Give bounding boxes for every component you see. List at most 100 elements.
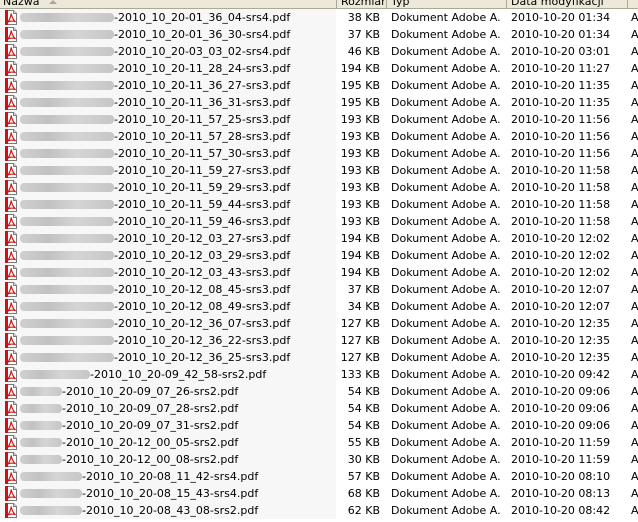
column-header-type[interactable]: Typ: [391, 0, 410, 8]
file-row[interactable]: -2010_10_20-11_59_27-srs3.pdf 193 KB Dokum…: [0, 162, 638, 179]
file-name-cell[interactable]: -2010_10_20-03_03_02-srs4.pdf: [0, 43, 336, 60]
file-row[interactable]: -2010_10_20-12_08_49-srs3.pdf 34 KB Dokume…: [0, 298, 638, 315]
file-row[interactable]: -2010_10_20-09_07_28-srs2.pdf 54 KB Dokume…: [0, 400, 638, 417]
pdf-file-icon: [5, 78, 17, 93]
file-attributes: A: [631, 402, 638, 415]
file-name-cell[interactable]: -2010_10_20-11_36_27-srs3.pdf: [0, 77, 336, 94]
file-row[interactable]: -2010_10_20-12_08_45-srs3.pdf 37 KB Dokume…: [0, 281, 638, 298]
file-name: -2010_10_20-01_36_04-srs4.pdf: [114, 11, 291, 24]
file-row[interactable]: -2010_10_20-12_03_43-srs3.pdf 194 KB Dokum…: [0, 264, 638, 281]
file-size: 46 KB: [347, 45, 380, 58]
file-modified-date: 2010-10-20 08:42: [511, 504, 611, 517]
file-type: Dokument Adobe A...: [391, 147, 501, 160]
file-name-cell[interactable]: -2010_10_20-12_00_05-srs2.pdf: [0, 434, 336, 451]
file-row[interactable]: -2010_10_20-08_43_08-srs2.pdf 62 KB Dokume…: [0, 502, 638, 519]
file-row[interactable]: -2010_10_20-12_00_05-srs2.pdf 55 KB Dokume…: [0, 434, 638, 451]
file-name-cell[interactable]: -2010_10_20-01_36_04-srs4.pdf: [0, 9, 336, 26]
file-name-cell[interactable]: -2010_10_20-01_36_30-srs4.pdf: [0, 26, 336, 43]
file-name-cell[interactable]: -2010_10_20-11_59_27-srs3.pdf: [0, 162, 336, 179]
file-size: 193 KB: [340, 181, 380, 194]
file-size: 54 KB: [347, 402, 380, 415]
file-name-cell[interactable]: -2010_10_20-09_42_58-srs2.pdf: [0, 366, 336, 383]
column-divider[interactable]: [506, 0, 507, 8]
file-type: Dokument Adobe A...: [391, 96, 501, 109]
file-name-cell[interactable]: -2010_10_20-09_07_26-srs2.pdf: [0, 383, 336, 400]
file-name: -2010_10_20-12_08_45-srs3.pdf: [114, 283, 291, 296]
file-name-cell[interactable]: -2010_10_20-11_59_29-srs3.pdf: [0, 179, 336, 196]
file-row[interactable]: -2010_10_20-12_00_08-srs2.pdf 30 KB Dokume…: [0, 451, 638, 468]
file-type: Dokument Adobe A...: [391, 317, 501, 330]
file-name-cell[interactable]: -2010_10_20-12_36_22-srs3.pdf: [0, 332, 336, 349]
file-name-cell[interactable]: -2010_10_20-11_36_31-srs3.pdf: [0, 94, 336, 111]
column-header-name[interactable]: Nazwa: [3, 0, 58, 8]
column-header-date[interactable]: Data modyfikacji: [511, 0, 604, 8]
file-name-cell[interactable]: -2010_10_20-11_59_46-srs3.pdf: [0, 213, 336, 230]
file-name-cell[interactable]: -2010_10_20-08_43_08-srs2.pdf: [0, 502, 336, 519]
pdf-file-icon: [5, 384, 17, 399]
file-name-cell[interactable]: -2010_10_20-11_28_24-srs3.pdf: [0, 60, 336, 77]
file-row[interactable]: -2010_10_20-12_36_25-srs3.pdf 127 KB Dokum…: [0, 349, 638, 366]
file-row[interactable]: -2010_10_20-11_59_29-srs3.pdf 193 KB Dokum…: [0, 179, 638, 196]
column-header-size-label: Rozmiar: [341, 0, 386, 8]
redacted-filename-prefix: [20, 47, 114, 56]
pdf-file-icon: [5, 486, 17, 501]
file-name-cell[interactable]: -2010_10_20-12_08_49-srs3.pdf: [0, 298, 336, 315]
file-row[interactable]: -2010_10_20-01_36_04-srs4.pdf 38 KB Dokume…: [0, 9, 638, 26]
file-row[interactable]: -2010_10_20-11_57_30-srs3.pdf 193 KB Dokum…: [0, 145, 638, 162]
file-row[interactable]: -2010_10_20-11_36_31-srs3.pdf 195 KB Dokum…: [0, 94, 638, 111]
file-row[interactable]: -2010_10_20-11_28_24-srs3.pdf 194 KB Dokum…: [0, 60, 638, 77]
file-name-cell[interactable]: -2010_10_20-12_00_08-srs2.pdf: [0, 451, 336, 468]
file-row[interactable]: -2010_10_20-01_36_30-srs4.pdf 37 KB Dokume…: [0, 26, 638, 43]
file-row[interactable]: -2010_10_20-12_03_29-srs3.pdf 194 KB Dokum…: [0, 247, 638, 264]
file-row[interactable]: -2010_10_20-12_03_27-srs3.pdf 194 KB Dokum…: [0, 230, 638, 247]
file-name: -2010_10_20-11_59_27-srs3.pdf: [114, 164, 291, 177]
file-name-cell[interactable]: -2010_10_20-12_36_25-srs3.pdf: [0, 349, 336, 366]
file-name-cell[interactable]: -2010_10_20-09_07_31-srs2.pdf: [0, 417, 336, 434]
file-row[interactable]: -2010_10_20-09_42_58-srs2.pdf 133 KB Dokum…: [0, 366, 638, 383]
file-type: Dokument Adobe A...: [391, 215, 501, 228]
file-name-cell[interactable]: -2010_10_20-09_07_28-srs2.pdf: [0, 400, 336, 417]
file-row[interactable]: -2010_10_20-11_59_46-srs3.pdf 193 KB Dokum…: [0, 213, 638, 230]
file-row[interactable]: -2010_10_20-09_07_31-srs2.pdf 54 KB Dokume…: [0, 417, 638, 434]
column-divider[interactable]: [386, 0, 387, 8]
file-size: 195 KB: [340, 79, 380, 92]
file-name-cell[interactable]: -2010_10_20-08_11_42-srs4.pdf: [0, 468, 336, 485]
file-row[interactable]: -2010_10_20-09_07_26-srs2.pdf 54 KB Dokume…: [0, 383, 638, 400]
file-name-cell[interactable]: -2010_10_20-11_59_44-srs3.pdf: [0, 196, 336, 213]
file-modified-date: 2010-10-20 08:13: [511, 487, 611, 500]
column-header-size[interactable]: Rozmiar: [341, 0, 386, 8]
file-name: -2010_10_20-12_36_07-srs3.pdf: [114, 317, 291, 330]
file-row[interactable]: -2010_10_20-03_03_02-srs4.pdf 46 KB Dokume…: [0, 43, 638, 60]
file-type: Dokument Adobe A...: [391, 402, 501, 415]
file-attributes: A: [631, 368, 638, 381]
file-row[interactable]: -2010_10_20-11_59_44-srs3.pdf 193 KB Dokum…: [0, 196, 638, 213]
file-name-cell[interactable]: -2010_10_20-12_03_43-srs3.pdf: [0, 264, 336, 281]
file-modified-date: 2010-10-20 11:56: [511, 113, 611, 126]
file-size: 34 KB: [347, 300, 380, 313]
file-name-cell[interactable]: -2010_10_20-12_36_07-srs3.pdf: [0, 315, 336, 332]
pdf-file-icon: [5, 503, 17, 518]
file-name-cell[interactable]: -2010_10_20-12_03_29-srs3.pdf: [0, 247, 336, 264]
file-row[interactable]: -2010_10_20-11_36_27-srs3.pdf 195 KB Dokum…: [0, 77, 638, 94]
file-row[interactable]: -2010_10_20-12_36_07-srs3.pdf 127 KB Dokum…: [0, 315, 638, 332]
file-name-cell[interactable]: -2010_10_20-11_57_30-srs3.pdf: [0, 145, 336, 162]
file-name-cell[interactable]: -2010_10_20-12_03_27-srs3.pdf: [0, 230, 336, 247]
file-row[interactable]: -2010_10_20-08_15_43-srs4.pdf 68 KB Dokume…: [0, 485, 638, 502]
pdf-file-icon: [5, 435, 17, 450]
file-modified-date: 2010-10-20 12:35: [511, 317, 611, 330]
file-name-cell[interactable]: -2010_10_20-11_57_25-srs3.pdf: [0, 111, 336, 128]
file-row[interactable]: -2010_10_20-08_11_42-srs4.pdf 57 KB Dokume…: [0, 468, 638, 485]
file-name-cell[interactable]: -2010_10_20-11_57_28-srs3.pdf: [0, 128, 336, 145]
file-name-cell[interactable]: -2010_10_20-08_15_43-srs4.pdf: [0, 485, 336, 502]
redacted-filename-prefix: [20, 319, 114, 328]
column-divider[interactable]: [627, 0, 628, 8]
column-divider[interactable]: [336, 0, 337, 8]
file-name: -2010_10_20-09_07_28-srs2.pdf: [62, 402, 239, 415]
file-attributes: A: [631, 470, 638, 483]
file-row[interactable]: -2010_10_20-12_36_22-srs3.pdf 127 KB Dokum…: [0, 332, 638, 349]
file-row[interactable]: -2010_10_20-11_57_28-srs3.pdf 193 KB Dokum…: [0, 128, 638, 145]
file-name-cell[interactable]: -2010_10_20-12_08_45-srs3.pdf: [0, 281, 336, 298]
file-row[interactable]: -2010_10_20-11_57_25-srs3.pdf 193 KB Dokum…: [0, 111, 638, 128]
file-name: -2010_10_20-12_36_25-srs3.pdf: [114, 351, 291, 364]
redacted-filename-prefix: [20, 149, 114, 158]
